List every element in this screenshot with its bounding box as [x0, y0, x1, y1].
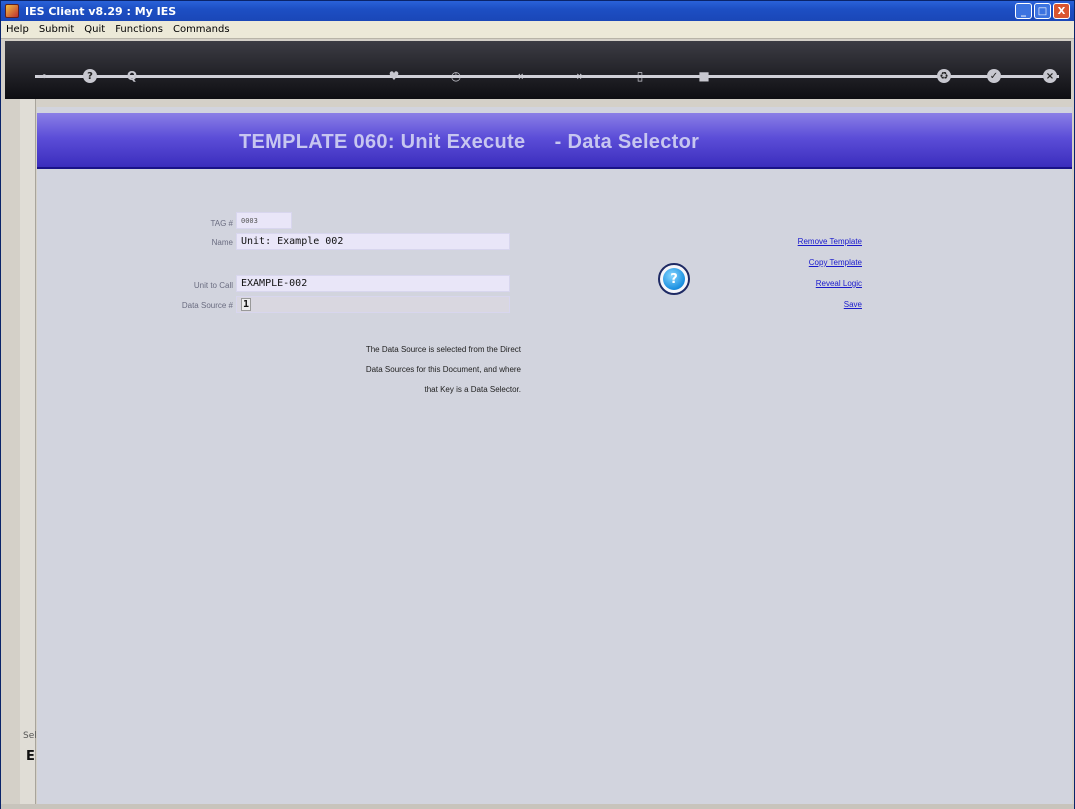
- data-source-field[interactable]: 1: [236, 296, 510, 313]
- menu-submit[interactable]: Submit: [34, 24, 79, 35]
- search-icon[interactable]: Q: [123, 67, 141, 85]
- window-controls: _ □ X: [1015, 3, 1070, 19]
- save-link[interactable]: Save: [844, 300, 862, 309]
- tag-label: TAG #: [210, 219, 233, 228]
- recycle-icon[interactable]: ♻: [935, 67, 953, 85]
- forward-icon[interactable]: »: [571, 67, 589, 85]
- stop-icon[interactable]: ■: [695, 67, 713, 85]
- menu-help[interactable]: Help: [1, 24, 34, 35]
- key-icon[interactable]: ⊸: [33, 67, 51, 85]
- menu-quit[interactable]: Quit: [79, 24, 110, 35]
- menu-functions[interactable]: Functions: [110, 24, 168, 35]
- toolbar-divider: [35, 75, 1059, 78]
- copy-template-link[interactable]: Copy Template: [809, 258, 862, 267]
- help-button[interactable]: ?: [658, 263, 690, 295]
- tag-field[interactable]: 0003: [236, 212, 292, 229]
- close-window-button[interactable]: X: [1053, 3, 1070, 19]
- heart-icon[interactable]: ♥: [385, 67, 403, 85]
- question-icon: ?: [663, 268, 685, 290]
- toolbar: ⊸ ? Q ♥ ◷ « » ▯ ■ ♻ ✓ ×: [5, 41, 1071, 99]
- close-icon[interactable]: ×: [1041, 67, 1059, 85]
- main-panel: [37, 107, 1072, 805]
- name-field[interactable]: Unit: Example 002: [236, 233, 510, 250]
- ok-icon[interactable]: ✓: [985, 67, 1003, 85]
- note-line-1: The Data Source is selected from the Dir…: [365, 345, 521, 354]
- unit-field[interactable]: EXAMPLE-002: [236, 275, 510, 292]
- app-icon: [5, 4, 19, 18]
- page-banner: TEMPLATE 060: Unit Execute - Data Select…: [37, 113, 1072, 169]
- page-icon[interactable]: ▯: [631, 67, 649, 85]
- clock-icon[interactable]: ◷: [447, 67, 465, 85]
- menu-bar: Help Submit Quit Functions Commands: [1, 21, 1074, 39]
- minimize-button[interactable]: _: [1015, 3, 1032, 19]
- title-bar[interactable]: IES Client v8.29 : My IES _ □ X: [1, 1, 1074, 21]
- note-line-2: Data Sources for this Document, and wher…: [365, 365, 521, 374]
- status-strip: [1, 804, 1074, 809]
- page-title: TEMPLATE 060: Unit Execute - Data Select…: [239, 131, 700, 153]
- sidebar-label: Sel: [23, 731, 37, 741]
- sidebar-letter: E: [26, 749, 35, 764]
- note-line-3: that Key is a Data Selector.: [424, 385, 522, 394]
- menu-commands[interactable]: Commands: [168, 24, 235, 35]
- reveal-logic-link[interactable]: Reveal Logic: [816, 279, 862, 288]
- maximize-button[interactable]: □: [1034, 3, 1051, 19]
- unit-label: Unit to Call: [193, 281, 233, 290]
- data-source-value: 1: [241, 298, 252, 311]
- app-window: IES Client v8.29 : My IES _ □ X Help Sub…: [0, 0, 1075, 809]
- data-source-label: Data Source #: [181, 301, 233, 310]
- help-icon[interactable]: ?: [81, 67, 99, 85]
- window-title: IES Client v8.29 : My IES: [25, 5, 177, 18]
- name-label: Name: [211, 238, 233, 247]
- remove-template-link[interactable]: Remove Template: [798, 237, 862, 246]
- back-icon[interactable]: «: [511, 67, 529, 85]
- left-rail: [20, 99, 36, 805]
